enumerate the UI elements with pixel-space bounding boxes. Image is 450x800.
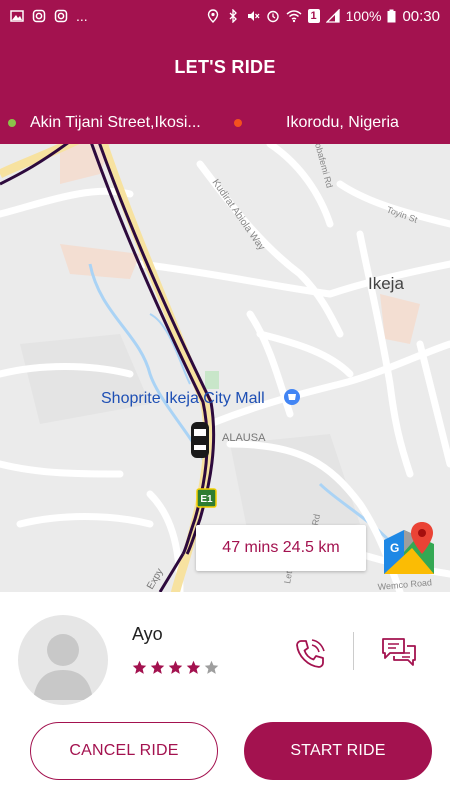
bluetooth-icon	[229, 9, 237, 23]
pickup-location[interactable]: Akin Tijani Street,Ikosi...	[8, 114, 201, 132]
clock: 00:30	[402, 7, 440, 25]
signal-icon	[325, 9, 340, 23]
highway-shield-label: E1	[200, 494, 213, 505]
mute-icon	[247, 11, 260, 21]
wifi-icon	[286, 10, 302, 23]
ikeja-label: Ikeja	[368, 274, 404, 293]
dropoff-dot-icon	[234, 119, 242, 127]
chat-icon	[382, 638, 416, 666]
star-icon	[168, 660, 183, 674]
location-icon	[207, 9, 218, 23]
eta-badge: 47 mins 24.5 km	[196, 525, 366, 571]
action-divider	[353, 632, 354, 670]
alarm-icon	[266, 10, 279, 23]
star-empty-icon	[204, 660, 219, 674]
battery-icon	[387, 9, 396, 23]
dropoff-location[interactable]: Ikorodu, Nigeria	[234, 114, 399, 132]
instagram-icon	[32, 9, 46, 23]
gallery-icon	[10, 10, 24, 22]
car-icon	[191, 422, 209, 458]
dropoff-address: Ikorodu, Nigeria	[286, 114, 399, 131]
page-title: LET'S RIDE	[174, 56, 276, 77]
message-driver-button[interactable]	[380, 635, 418, 669]
route-bar: Akin Tijani Street,Ikosi... Ikorodu, Nig…	[0, 102, 450, 144]
app-header: LET'S RIDE	[0, 32, 450, 102]
google-maps-button[interactable]: G	[382, 522, 436, 576]
google-maps-icon: G	[384, 522, 434, 574]
start-ride-button[interactable]: START RIDE	[244, 722, 432, 780]
driver-name: Ayo	[132, 624, 163, 644]
instagram-icon	[54, 9, 68, 23]
phone-icon	[296, 639, 325, 668]
avatar	[18, 615, 108, 705]
person-icon	[33, 634, 93, 700]
call-driver-button[interactable]	[293, 637, 327, 671]
status-bar: ... 1 100% 00:30	[0, 0, 450, 32]
pickup-address: Akin Tijani Street,Ikosi...	[30, 114, 201, 131]
sim-badge: 1	[307, 9, 320, 23]
app-screen: ... 1 100% 00:30 LET'S RIDE Akin Tijani …	[0, 0, 450, 800]
mall-label: Shoprite Ikeja City Mall	[101, 390, 265, 407]
overflow-indicator: ...	[76, 8, 88, 24]
star-icon	[186, 660, 201, 674]
cancel-ride-button[interactable]: CANCEL RIDE	[30, 722, 218, 780]
star-icon	[150, 660, 165, 674]
battery-level: 100%	[345, 8, 382, 24]
star-icon	[132, 660, 147, 674]
svg-text:G: G	[390, 541, 399, 555]
driver-rating	[132, 660, 219, 675]
pickup-dot-icon	[8, 119, 16, 127]
alausa-label: ALAUSA	[222, 432, 266, 444]
